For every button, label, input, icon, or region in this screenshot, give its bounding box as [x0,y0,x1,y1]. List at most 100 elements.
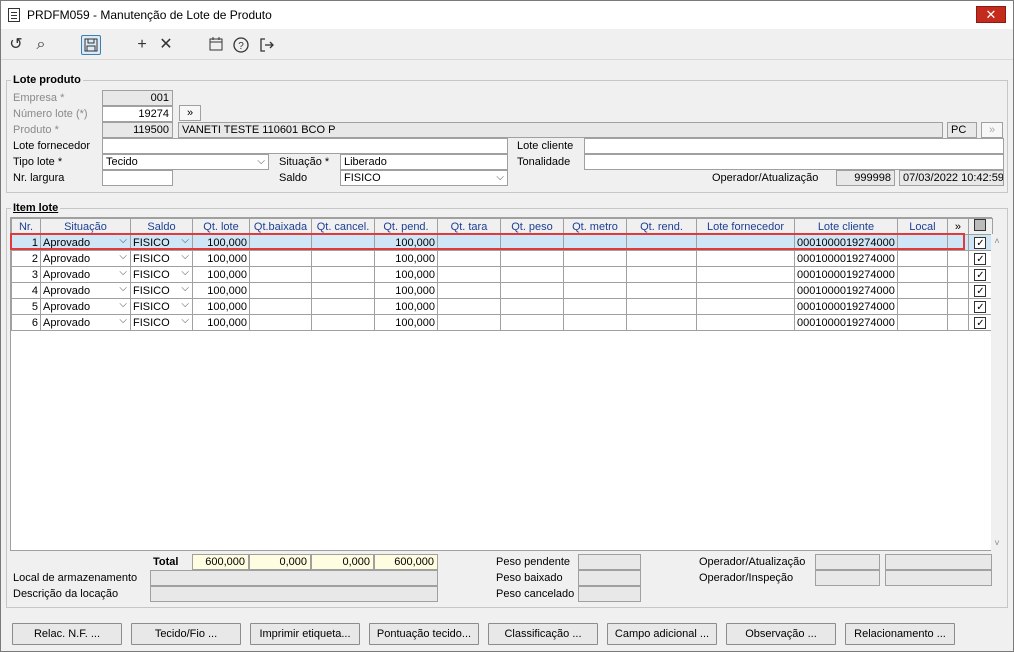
lote-fornecedor-field[interactable] [102,138,508,154]
cell-qt-baixada[interactable] [249,314,312,331]
cell-qt-pend[interactable]: 100,000 [374,250,438,267]
cell-qt-cancel[interactable] [311,298,375,315]
cell-empty[interactable] [946,314,969,331]
cell-qt-pend[interactable]: 100,000 [374,298,438,315]
cell-qt-cancel[interactable] [311,250,375,267]
cell-situacao[interactable]: Aprovado [40,314,131,331]
observacao-button[interactable]: Observação ... [726,623,836,645]
table-row[interactable]: 4AprovadoFISICO100,000100,00000010000192… [11,282,993,299]
cell-empty[interactable] [896,266,948,283]
cell-lote-cliente[interactable]: 0001000019274000 [794,282,898,299]
close-button[interactable]: ✕ [976,6,1006,23]
cell-check[interactable]: ✓ [967,282,993,299]
cell-check[interactable]: ✓ [967,266,993,283]
cell-qt-baixada[interactable] [249,298,312,315]
table-row[interactable]: 2AprovadoFISICO100,000100,00000010000192… [11,250,993,267]
column-header[interactable]: Qt.baixada [249,218,312,235]
lote-cliente-field[interactable] [584,138,1004,154]
cell-qt-cancel[interactable] [311,266,375,283]
vertical-scrollbar[interactable]: ˄ ˅ [991,234,1003,552]
column-header[interactable]: Qt. lote [192,218,250,235]
cell-empty[interactable] [500,282,564,299]
saldo-select[interactable]: FISICO [340,170,508,186]
cell-empty[interactable] [563,298,627,315]
cell-empty[interactable] [946,298,969,315]
cell-qt-lote[interactable]: 100,000 [192,250,250,267]
cell-empty[interactable] [626,314,697,331]
cell-qt-baixada[interactable] [249,234,312,251]
classificacao-button[interactable]: Classificação ... [488,623,598,645]
cell-empty[interactable] [626,282,697,299]
row-checkbox[interactable]: ✓ [974,300,987,313]
cell-qt-lote[interactable]: 100,000 [192,234,250,251]
save-icon[interactable] [81,35,101,55]
column-header[interactable]: Qt. peso [500,218,564,235]
cell-empty[interactable] [626,234,697,251]
tipo-lote-select[interactable]: Tecido [102,154,269,170]
column-header[interactable]: Lote cliente [794,218,898,235]
cell-qt-cancel[interactable] [311,234,375,251]
cell-empty[interactable] [696,298,795,315]
cell-lote-cliente[interactable]: 0001000019274000 [794,250,898,267]
cell-empty[interactable] [696,250,795,267]
cell-lote-cliente[interactable]: 0001000019274000 [794,266,898,283]
table-row[interactable]: 1AprovadoFISICO100,000100,00000010000192… [11,234,993,251]
numero-lote-field[interactable]: 19274 [102,106,173,122]
cell-qt-lote[interactable]: 100,000 [192,314,250,331]
select-all-checkbox[interactable] [967,218,993,235]
cell-empty[interactable] [696,314,795,331]
cell-empty[interactable] [896,282,948,299]
add-icon[interactable]: + [132,35,152,55]
cell-empty[interactable] [946,250,969,267]
cell-qt-lote[interactable]: 100,000 [192,266,250,283]
table-row[interactable]: 6AprovadoFISICO100,000100,00000010000192… [11,314,993,331]
cell-empty[interactable] [696,282,795,299]
row-checkbox[interactable]: ✓ [974,268,987,281]
cell-qt-cancel[interactable] [311,314,375,331]
cell-situacao[interactable]: Aprovado [40,234,131,251]
row-checkbox[interactable]: ✓ [974,284,987,297]
column-header[interactable]: Qt. cancel. [311,218,375,235]
help-icon[interactable]: ? [231,35,251,55]
cell-qt-lote[interactable]: 100,000 [192,298,250,315]
cell-check[interactable]: ✓ [967,298,993,315]
search-icon[interactable]: ⌕ [31,35,51,55]
cell-empty[interactable] [896,234,948,251]
scroll-down-icon[interactable]: ˅ [991,538,1003,550]
cell-empty[interactable] [563,250,627,267]
cell-nr[interactable]: 1 [11,234,41,251]
cell-qt-pend[interactable]: 100,000 [374,314,438,331]
cell-situacao[interactable]: Aprovado [40,266,131,283]
cell-empty[interactable] [696,234,795,251]
cell-empty[interactable] [437,298,501,315]
cell-saldo[interactable]: FISICO [130,266,193,283]
cell-empty[interactable] [896,298,948,315]
tonalidade-field[interactable] [584,154,1004,170]
cell-qt-baixada[interactable] [249,250,312,267]
cell-empty[interactable] [500,234,564,251]
cell-empty[interactable] [500,314,564,331]
delete-icon[interactable]: ✕ [156,35,176,55]
nr-largura-field[interactable] [102,170,173,186]
cell-empty[interactable] [696,266,795,283]
situacao-field[interactable]: Liberado [340,154,508,170]
cell-qt-pend[interactable]: 100,000 [374,282,438,299]
numero-lote-lookup-button[interactable]: » [179,105,201,121]
column-header[interactable]: Saldo [130,218,193,235]
cell-empty[interactable] [946,266,969,283]
cell-check[interactable]: ✓ [967,250,993,267]
relacionamento-button[interactable]: Relacionamento ... [845,623,955,645]
imprimir-etiqueta-button[interactable]: Imprimir etiqueta... [250,623,360,645]
exit-icon[interactable] [257,35,277,55]
cell-empty[interactable] [500,250,564,267]
column-header[interactable]: Qt. metro [563,218,627,235]
cell-lote-cliente[interactable]: 0001000019274000 [794,298,898,315]
cell-empty[interactable] [437,250,501,267]
cell-qt-cancel[interactable] [311,282,375,299]
row-checkbox[interactable]: ✓ [974,316,987,329]
cell-qt-lote[interactable]: 100,000 [192,282,250,299]
cell-empty[interactable] [500,298,564,315]
cell-empty[interactable] [437,282,501,299]
column-header[interactable]: Local [896,218,948,235]
cell-empty[interactable] [437,314,501,331]
